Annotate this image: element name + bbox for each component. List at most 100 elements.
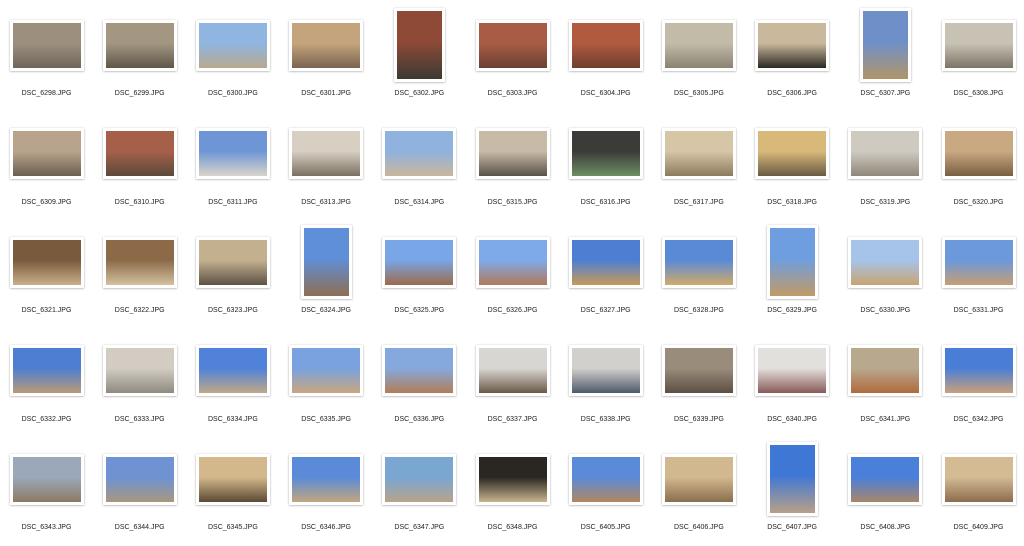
thumbnail-image[interactable] <box>848 453 923 505</box>
thumbnail-image[interactable] <box>289 128 364 179</box>
thumbnail-image[interactable] <box>568 19 643 71</box>
thumbnail-image[interactable] <box>568 453 643 505</box>
thumbnail-item[interactable]: DSC_6408.JPG <box>839 438 932 546</box>
thumbnail-image[interactable] <box>661 128 736 179</box>
thumbnail-item[interactable]: DSC_6308.JPG <box>932 4 1024 112</box>
thumbnail-item[interactable]: DSC_6304.JPG <box>559 4 652 112</box>
thumbnail-image[interactable] <box>475 19 550 71</box>
thumbnail-image[interactable] <box>941 128 1016 179</box>
thumbnail-item[interactable]: DSC_6327.JPG <box>559 221 652 329</box>
thumbnail-item[interactable]: DSC_6347.JPG <box>373 438 466 546</box>
thumbnail-item[interactable]: DSC_6315.JPG <box>466 113 559 221</box>
thumbnail-item[interactable]: DSC_6338.JPG <box>559 330 652 438</box>
thumbnail-image[interactable] <box>941 453 1016 505</box>
thumbnail-image[interactable] <box>382 453 457 505</box>
thumbnail-item[interactable]: DSC_6328.JPG <box>652 221 745 329</box>
thumbnail-image[interactable] <box>941 345 1016 396</box>
thumbnail-image[interactable] <box>475 453 550 505</box>
thumbnail-item[interactable]: DSC_6334.JPG <box>186 330 279 438</box>
thumbnail-image[interactable] <box>289 453 364 505</box>
thumbnail-item[interactable]: DSC_6332.JPG <box>0 330 93 438</box>
thumbnail-item[interactable]: DSC_6325.JPG <box>373 221 466 329</box>
thumbnail-image[interactable] <box>568 345 643 396</box>
thumbnail-item[interactable]: DSC_6321.JPG <box>0 221 93 329</box>
thumbnail-image[interactable] <box>661 19 736 71</box>
thumbnail-item[interactable]: DSC_6323.JPG <box>186 221 279 329</box>
thumbnail-image[interactable] <box>382 236 457 288</box>
thumbnail-image[interactable] <box>102 345 177 396</box>
thumbnail-item[interactable]: DSC_6336.JPG <box>373 330 466 438</box>
thumbnail-item[interactable]: DSC_6345.JPG <box>186 438 279 546</box>
thumbnail-image[interactable] <box>102 236 177 288</box>
thumbnail-image[interactable] <box>755 128 830 179</box>
thumbnail-image[interactable] <box>382 128 457 179</box>
thumbnail-item[interactable]: DSC_6409.JPG <box>932 438 1024 546</box>
thumbnail-image[interactable] <box>9 128 84 179</box>
thumbnail-item[interactable]: DSC_6318.JPG <box>746 113 839 221</box>
thumbnail-item[interactable]: DSC_6335.JPG <box>280 330 373 438</box>
thumbnail-image[interactable] <box>102 453 177 505</box>
thumbnail-image[interactable] <box>475 236 550 288</box>
thumbnail-item[interactable]: DSC_6342.JPG <box>932 330 1024 438</box>
thumbnail-item[interactable]: DSC_6330.JPG <box>839 221 932 329</box>
thumbnail-image[interactable] <box>475 128 550 179</box>
thumbnail-image[interactable] <box>859 8 911 82</box>
thumbnail-image[interactable] <box>766 225 818 299</box>
thumbnail-image[interactable] <box>9 345 84 396</box>
thumbnail-item[interactable]: DSC_6348.JPG <box>466 438 559 546</box>
thumbnail-image[interactable] <box>102 19 177 71</box>
thumbnail-item[interactable]: DSC_6302.JPG <box>373 4 466 112</box>
thumbnail-image[interactable] <box>195 236 270 288</box>
thumbnail-image[interactable] <box>848 236 923 288</box>
thumbnail-image[interactable] <box>568 128 643 179</box>
thumbnail-image[interactable] <box>382 345 457 396</box>
thumbnail-item[interactable]: DSC_6307.JPG <box>839 4 932 112</box>
thumbnail-item[interactable]: DSC_6306.JPG <box>746 4 839 112</box>
thumbnail-item[interactable]: DSC_6314.JPG <box>373 113 466 221</box>
thumbnail-item[interactable]: DSC_6317.JPG <box>652 113 745 221</box>
thumbnail-item[interactable]: DSC_6299.JPG <box>93 4 186 112</box>
thumbnail-image[interactable] <box>848 345 923 396</box>
thumbnail-image[interactable] <box>755 345 830 396</box>
thumbnail-image[interactable] <box>195 19 270 71</box>
thumbnail-item[interactable]: DSC_6305.JPG <box>652 4 745 112</box>
thumbnail-item[interactable]: DSC_6331.JPG <box>932 221 1024 329</box>
thumbnail-image[interactable] <box>9 236 84 288</box>
thumbnail-image[interactable] <box>195 128 270 179</box>
thumbnail-image[interactable] <box>568 236 643 288</box>
thumbnail-item[interactable]: DSC_6346.JPG <box>280 438 373 546</box>
thumbnail-image[interactable] <box>661 345 736 396</box>
thumbnail-item[interactable]: DSC_6337.JPG <box>466 330 559 438</box>
thumbnail-item[interactable]: DSC_6341.JPG <box>839 330 932 438</box>
thumbnail-image[interactable] <box>661 453 736 505</box>
thumbnail-image[interactable] <box>941 236 1016 288</box>
thumbnail-item[interactable]: DSC_6320.JPG <box>932 113 1024 221</box>
thumbnail-image[interactable] <box>475 345 550 396</box>
thumbnail-item[interactable]: DSC_6340.JPG <box>746 330 839 438</box>
thumbnail-item[interactable]: DSC_6344.JPG <box>93 438 186 546</box>
thumbnail-item[interactable]: DSC_6319.JPG <box>839 113 932 221</box>
thumbnail-item[interactable]: DSC_6326.JPG <box>466 221 559 329</box>
thumbnail-image[interactable] <box>766 442 818 516</box>
thumbnail-image[interactable] <box>9 453 84 505</box>
thumbnail-item[interactable]: DSC_6310.JPG <box>93 113 186 221</box>
thumbnail-item[interactable]: DSC_6311.JPG <box>186 113 279 221</box>
thumbnail-item[interactable]: DSC_6300.JPG <box>186 4 279 112</box>
thumbnail-image[interactable] <box>393 8 445 82</box>
thumbnail-image[interactable] <box>300 225 352 299</box>
thumbnail-item[interactable]: DSC_6324.JPG <box>280 221 373 329</box>
thumbnail-image[interactable] <box>289 19 364 71</box>
thumbnail-item[interactable]: DSC_6298.JPG <box>0 4 93 112</box>
thumbnail-item[interactable]: DSC_6313.JPG <box>280 113 373 221</box>
thumbnail-image[interactable] <box>9 19 84 71</box>
thumbnail-image[interactable] <box>195 345 270 396</box>
thumbnail-item[interactable]: DSC_6301.JPG <box>280 4 373 112</box>
thumbnail-image[interactable] <box>661 236 736 288</box>
thumbnail-image[interactable] <box>195 453 270 505</box>
thumbnail-item[interactable]: DSC_6329.JPG <box>746 221 839 329</box>
thumbnail-image[interactable] <box>755 19 830 71</box>
thumbnail-item[interactable]: DSC_6316.JPG <box>559 113 652 221</box>
thumbnail-item[interactable]: DSC_6303.JPG <box>466 4 559 112</box>
thumbnail-image[interactable] <box>289 345 364 396</box>
thumbnail-image[interactable] <box>848 128 923 179</box>
